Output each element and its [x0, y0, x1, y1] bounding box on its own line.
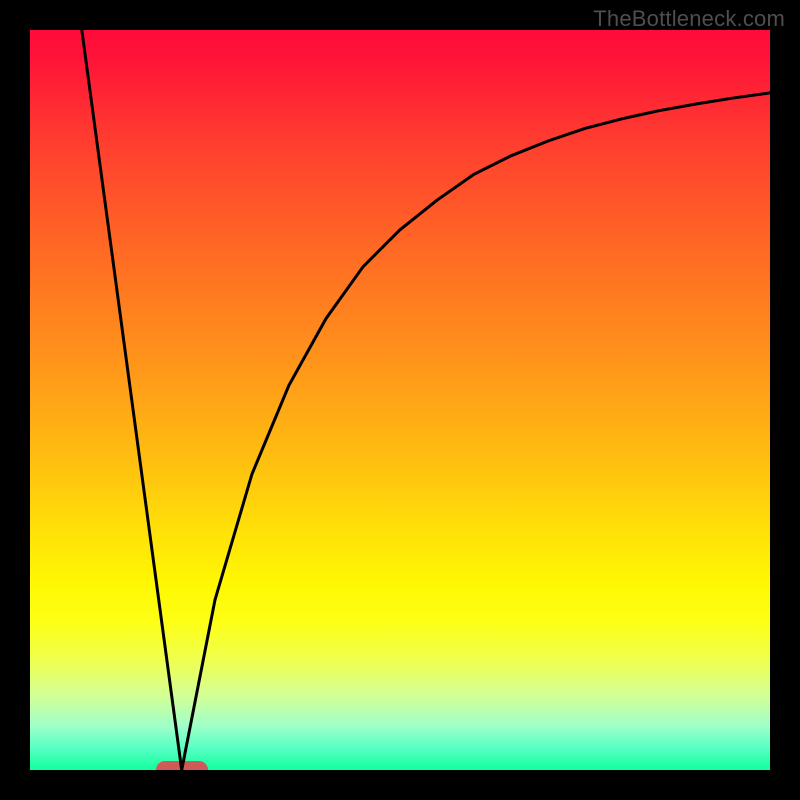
- curve-path: [82, 30, 770, 770]
- bottleneck-curve: [30, 30, 770, 770]
- chart-frame: TheBottleneck.com: [0, 0, 800, 800]
- attribution-text: TheBottleneck.com: [593, 6, 785, 32]
- plot-area: [30, 30, 770, 770]
